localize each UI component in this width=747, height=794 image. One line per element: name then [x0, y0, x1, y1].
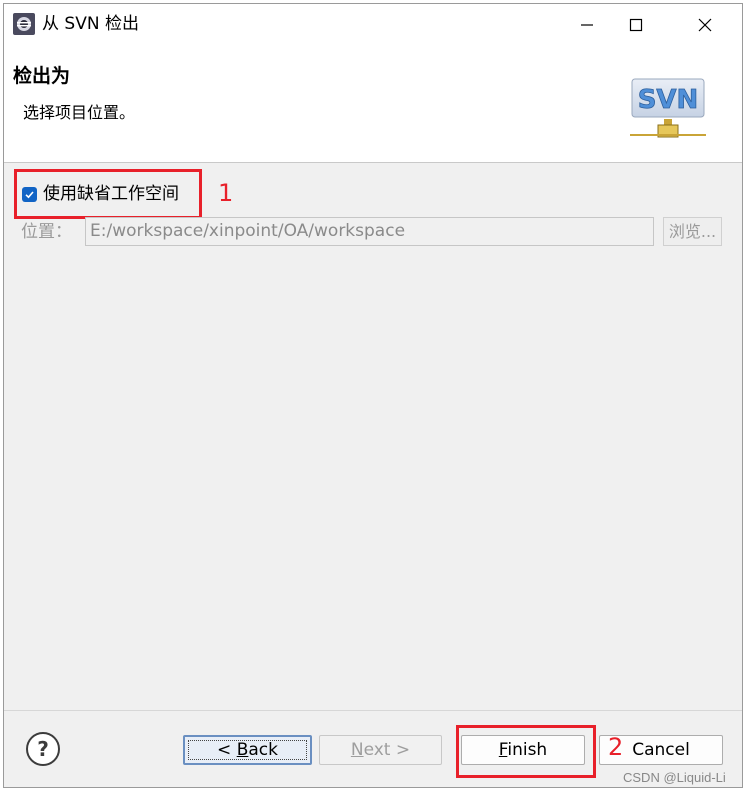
svn-checkout-dialog: 从 SVN 检出 检出为 选择项目位置。 SVN 1 使用缺省工作空间 位置： … [3, 3, 743, 788]
svn-logo-text: SVN [638, 85, 699, 115]
page-title: 检出为 [13, 65, 71, 87]
annotation-box-2 [456, 725, 596, 778]
watermark: CSDN @Liquid-Li [623, 770, 726, 785]
next-button-label: ext > [363, 740, 411, 760]
maximize-icon [629, 18, 643, 32]
focus-ring [188, 740, 307, 760]
next-button[interactable]: Next > [319, 735, 442, 765]
page-description: 选择项目位置。 [23, 103, 136, 122]
wizard-content: 1 使用缺省工作空间 位置： E:/workspace/xinpoint/OA/… [4, 163, 742, 708]
close-icon [698, 18, 712, 32]
button-bar-separator [4, 710, 742, 711]
window-title: 从 SVN 检出 [42, 14, 139, 34]
eclipse-app-icon [13, 13, 35, 35]
location-label: 位置： [21, 222, 72, 242]
use-default-workspace-label: 使用缺省工作空间 [43, 184, 179, 204]
close-button[interactable] [682, 10, 728, 40]
svg-text:?: ? [37, 737, 49, 761]
use-default-workspace-checkbox[interactable]: 使用缺省工作空间 [22, 183, 179, 205]
minimize-icon [581, 24, 593, 26]
title-bar: 从 SVN 检出 [4, 4, 742, 45]
back-button[interactable]: < Back [183, 735, 312, 765]
annotation-number-1: 1 [218, 179, 234, 207]
next-button-mnemonic: N [350, 740, 364, 760]
svn-logo-icon: SVN [630, 78, 706, 138]
maximize-button[interactable] [613, 10, 659, 40]
annotation-number-2: 2 [608, 733, 624, 761]
help-icon[interactable]: ? [24, 730, 62, 768]
location-input[interactable]: E:/workspace/xinpoint/OA/workspace [85, 217, 654, 246]
wizard-banner: 检出为 选择项目位置。 SVN [4, 45, 742, 163]
minimize-button[interactable] [564, 10, 610, 40]
browse-button[interactable]: 浏览... [663, 217, 722, 246]
checkbox-checked-icon [22, 186, 37, 202]
